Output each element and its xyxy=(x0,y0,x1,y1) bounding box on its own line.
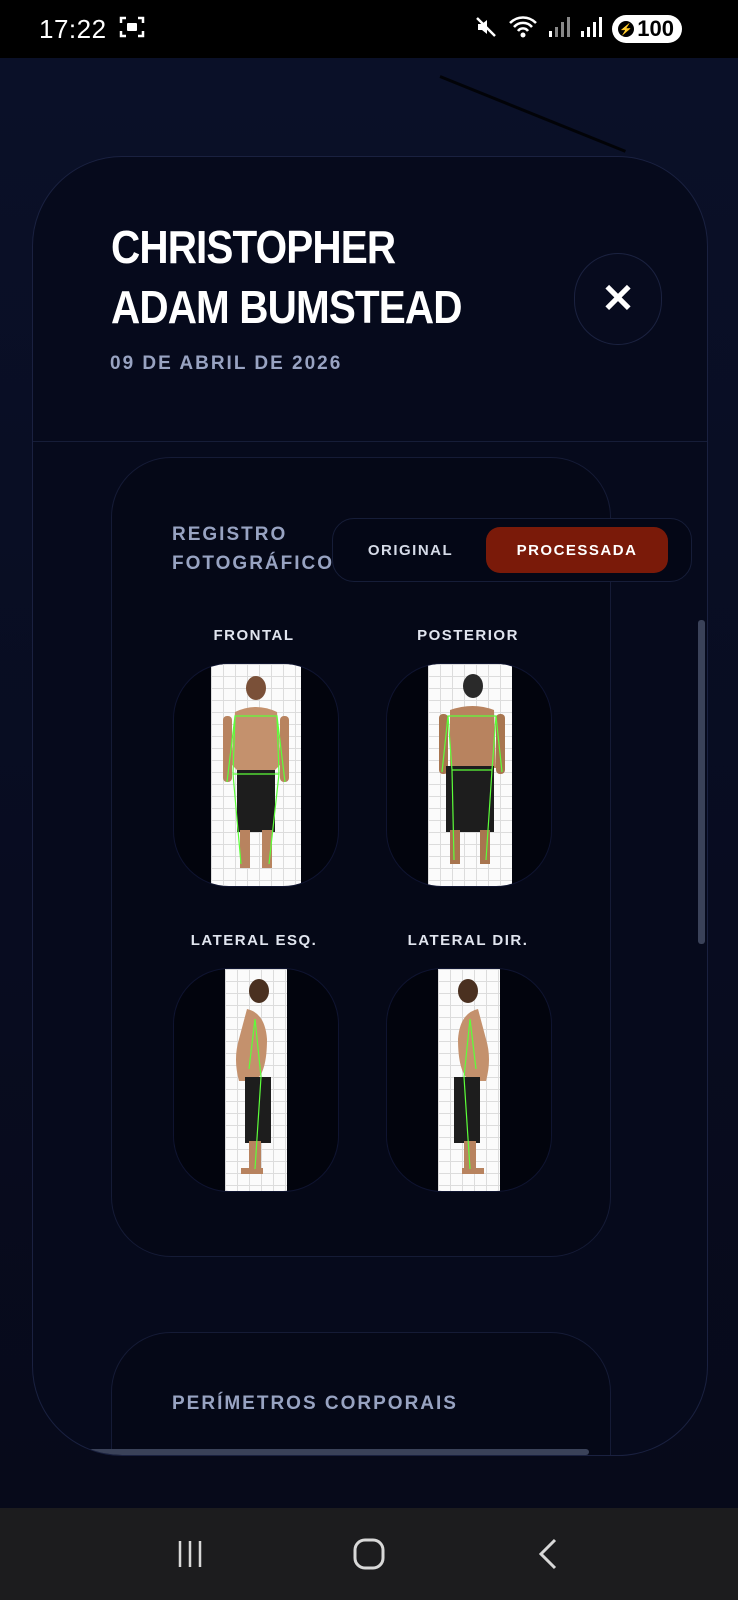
photo-record-card: REGISTRO FOTOGRÁFICO ORIGINAL PROCESSADA… xyxy=(111,457,692,1257)
view-label-left-lateral: LATERAL ESQ. xyxy=(190,932,318,949)
toggle-processed-button[interactable]: PROCESSADA xyxy=(486,527,668,573)
photo-frontal[interactable] xyxy=(173,663,339,887)
photo-mode-toggle: ORIGINAL PROCESSADA xyxy=(332,518,692,582)
report-date: 09 DE ABRIL DE 2026 xyxy=(110,353,343,374)
home-icon[interactable] xyxy=(339,1524,399,1584)
back-icon[interactable] xyxy=(518,1524,578,1584)
photo-image xyxy=(438,969,500,1191)
photo-record-title: REGISTRO FOTOGRÁFICO xyxy=(172,524,335,574)
mute-icon xyxy=(474,15,498,44)
view-label-right-lateral: LATERAL DIR. xyxy=(407,932,529,949)
status-time: 17:22 xyxy=(39,13,107,44)
status-left: 17:22 xyxy=(39,14,145,45)
vertical-scrollbar[interactable] xyxy=(698,620,705,944)
status-bar: 17:22 ⚡ 100 xyxy=(0,0,738,58)
horizontal-scrollbar[interactable] xyxy=(89,1449,589,1455)
close-button[interactable]: ✕ xyxy=(574,253,662,345)
photo-image xyxy=(225,969,287,1191)
status-right: ⚡ 100 xyxy=(474,15,682,44)
patient-name: CHRISTOPHER ADAM BUMSTEAD xyxy=(111,221,462,333)
assessment-modal: CHRISTOPHER ADAM BUMSTEAD 09 DE ABRIL DE… xyxy=(32,156,708,1456)
photo-posterior[interactable] xyxy=(386,663,552,887)
photo-image xyxy=(428,664,512,886)
toggle-original-button[interactable]: ORIGINAL xyxy=(333,519,488,581)
modal-header: CHRISTOPHER ADAM BUMSTEAD 09 DE ABRIL DE… xyxy=(33,157,707,442)
view-label-posterior: POSTERIOR xyxy=(417,627,519,644)
photo-image xyxy=(211,664,301,886)
view-label-frontal: FRONTAL xyxy=(213,627,295,644)
battery-level: 100 xyxy=(637,16,674,41)
perimeters-title: PERÍMETROS CORPORAIS xyxy=(172,1393,458,1414)
close-icon: ✕ xyxy=(601,277,635,321)
signal-icon xyxy=(548,16,571,43)
screenshot-icon xyxy=(119,15,145,44)
photo-left-lateral[interactable] xyxy=(173,968,339,1192)
perimeters-card: PERÍMETROS CORPORAIS xyxy=(111,1332,611,1455)
navigation-bar xyxy=(0,1508,738,1600)
battery-icon: ⚡ 100 xyxy=(612,15,682,43)
signal-icon xyxy=(580,16,603,43)
battery-bolt-icon: ⚡ xyxy=(618,21,635,37)
recent-apps-icon[interactable] xyxy=(160,1524,220,1584)
wifi-icon xyxy=(508,15,538,44)
photo-right-lateral[interactable] xyxy=(386,968,552,1192)
